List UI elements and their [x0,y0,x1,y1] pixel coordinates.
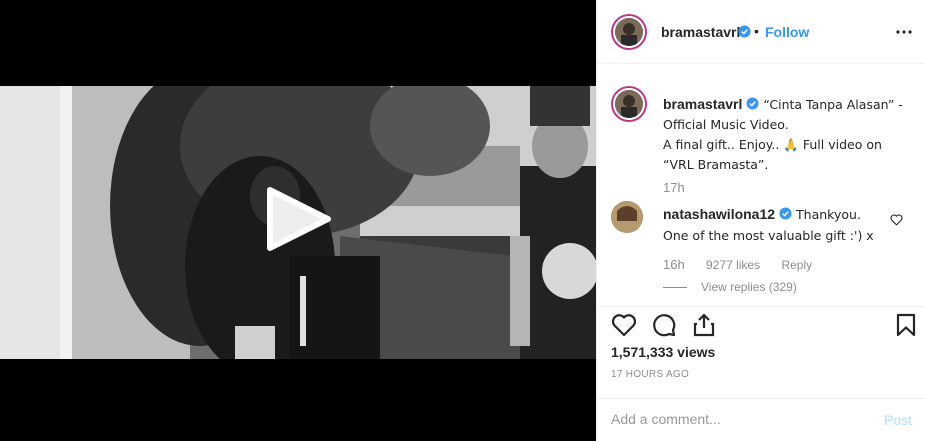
comment-icon[interactable] [651,312,677,338]
post-username[interactable]: bramastavrl [661,24,740,40]
caption-line-2: A final gift.. Enjoy.. [663,137,784,152]
bookmark-icon[interactable] [893,312,919,338]
caption-timestamp[interactable]: 17h [663,180,685,195]
post-panel: bramastavrl • Follow bramastavrl “Cinta … [596,0,925,441]
comment-timestamp[interactable]: 16h [663,257,685,272]
comment-like-heart-icon[interactable] [890,214,903,226]
action-bar: 1,571,333 views 17 HOURS AGO [597,306,925,406]
heart-icon[interactable] [611,312,637,338]
comments-section: bramastavrl “Cinta Tanpa Alasan” - Offic… [597,64,925,310]
replies-divider [663,287,687,289]
separator-dot: • [754,23,759,39]
commenter-avatar[interactable] [611,201,643,233]
post-header: bramastavrl • Follow [597,0,925,64]
more-options-icon[interactable] [896,26,912,38]
add-comment-form: Post [597,398,925,441]
verified-badge-icon [746,97,759,110]
avatar[interactable] [611,14,647,50]
view-replies-button[interactable]: View replies (329) [663,280,797,294]
play-icon[interactable] [262,186,334,252]
verified-badge-icon [738,25,751,38]
caption-username[interactable]: bramastavrl [663,96,742,112]
verified-badge-icon [779,207,792,220]
post-timestamp[interactable]: 17 HOURS AGO [611,369,689,380]
caption-text: bramastavrl “Cinta Tanpa Alasan” - Offic… [663,94,911,175]
comment-text: natashawilona12 Thankyou. One of the mos… [663,204,883,246]
video-player[interactable] [0,0,596,441]
comment-meta: 16h 9277 likes Reply [663,257,830,272]
share-icon[interactable] [691,312,717,338]
comment-input[interactable] [611,411,861,427]
comment-likes[interactable]: 9277 likes [706,258,760,272]
post-button[interactable]: Post [884,412,912,428]
caption-avatar[interactable] [611,86,647,122]
follow-button[interactable]: Follow [765,24,809,40]
comment-username[interactable]: natashawilona12 [663,206,775,222]
view-count[interactable]: 1,571,333 views [611,344,715,360]
view-replies-label[interactable]: View replies (329) [701,280,797,294]
pray-emoji: 🙏 [783,137,799,152]
reply-button[interactable]: Reply [781,258,812,272]
